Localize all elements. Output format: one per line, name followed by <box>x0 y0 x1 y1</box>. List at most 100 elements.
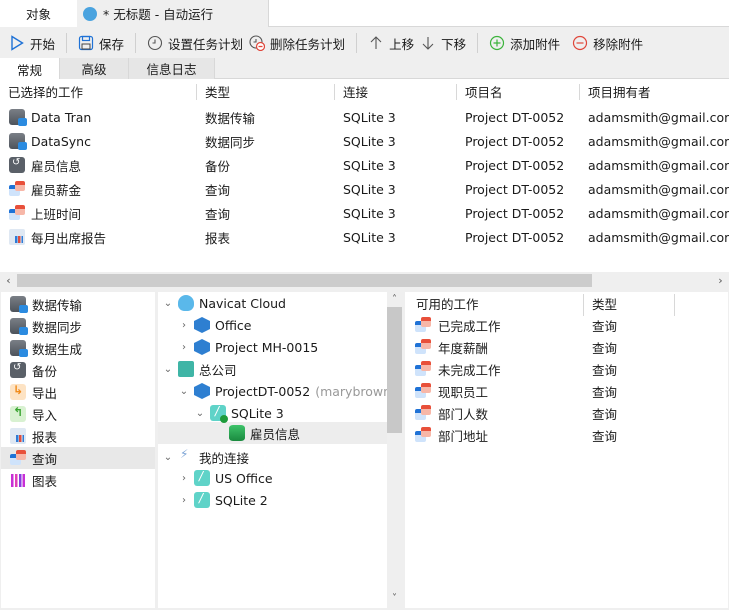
chevron-down-icon[interactable]: ⌄ <box>195 408 205 419</box>
add-attachment-button[interactable]: 添加附件 <box>486 30 563 56</box>
table-row[interactable]: 上班时间 查询 SQLite 3 Project DT-0052 adamsmi… <box>0 201 729 225</box>
scrollbar-thumb[interactable] <box>17 274 592 287</box>
table-row[interactable]: 雇员薪金 查询 SQLite 3 Project DT-0052 adamsmi… <box>0 177 729 201</box>
category-label: 备份 <box>32 363 58 379</box>
tree-node-project-mh-0015[interactable]: › Project MH-0015 <box>179 336 318 358</box>
delete-schedule-button[interactable]: 删除任务计划 <box>246 30 348 56</box>
horizontal-scrollbar[interactable]: ‹ › <box>0 272 729 289</box>
column-header-selected-job[interactable]: 已选择的工作 <box>0 79 83 103</box>
tab-general[interactable]: 常规 <box>0 58 60 80</box>
chevron-down-icon[interactable]: ⌄ <box>179 386 189 397</box>
category-import[interactable]: 导入 <box>1 403 155 425</box>
toolbar-divider <box>135 33 137 53</box>
table-row[interactable]: 每月出席报告 报表 SQLite 3 Project DT-0052 adams… <box>0 225 729 249</box>
start-button[interactable]: 开始 <box>6 30 58 56</box>
move-down-label: 下移 <box>441 36 467 52</box>
chevron-right-icon[interactable]: › <box>179 495 189 506</box>
remove-attachment-button[interactable]: 移除附件 <box>569 30 646 56</box>
tab-document-label: * 无标题 - 自动运行 <box>103 7 214 22</box>
connection-plug-icon <box>178 447 194 465</box>
chevron-right-icon[interactable]: › <box>179 320 189 331</box>
table-row[interactable]: 已完成工作 查询 <box>405 314 728 336</box>
tab-advanced[interactable]: 高级 <box>60 58 129 79</box>
scrollbar-thumb[interactable] <box>387 307 402 433</box>
move-up-button[interactable]: 上移 <box>365 30 417 56</box>
chevron-down-icon[interactable]: ⌄ <box>163 452 173 463</box>
tree-vertical-scrollbar[interactable]: ˄ ˅ <box>387 292 402 608</box>
job-name: Data Tran <box>31 109 92 125</box>
tab-message-log[interactable]: 信息日志 <box>129 58 215 79</box>
category-label: 导入 <box>32 407 58 423</box>
save-label: 保存 <box>99 36 125 52</box>
tree-node-sqlite-3[interactable]: ⌄ SQLite 3 <box>195 402 284 424</box>
tree-node-us-office[interactable]: › US Office <box>179 467 273 489</box>
category-export[interactable]: 导出 <box>1 381 155 403</box>
scroll-down-icon[interactable]: ˅ <box>387 591 402 606</box>
tree-node-label: Project MH-0015 <box>215 339 319 355</box>
toolbar: 开始 保存 设置任务计划 删除任务计划 上移 下移 添加附件 移除附件 <box>0 27 729 59</box>
job-name: 部门地址 <box>438 428 489 444</box>
tree-node-headquarters[interactable]: ⌄ 总公司 <box>163 358 237 380</box>
column-header-type[interactable]: 类型 <box>197 79 230 103</box>
category-query[interactable]: 查询 <box>1 447 155 469</box>
tree-node-employee-info[interactable]: 雇员信息 <box>158 422 387 444</box>
chevron-right-icon[interactable]: › <box>179 473 189 484</box>
table-row[interactable]: 部门地址 查询 <box>405 424 728 446</box>
column-header-available-job[interactable]: 可用的工作 <box>408 292 479 314</box>
column-header-type[interactable]: 类型 <box>584 292 617 314</box>
query-icon <box>415 339 431 355</box>
job-name: 现职员工 <box>438 384 489 400</box>
column-header-connection[interactable]: 连接 <box>335 79 368 103</box>
database-icon <box>229 425 245 441</box>
category-label: 导出 <box>32 385 58 401</box>
data-transfer-icon <box>10 296 28 313</box>
job-name: 未完成工作 <box>438 362 501 378</box>
category-data-generation[interactable]: 数据生成 <box>1 337 155 359</box>
category-chart[interactable]: 图表 <box>1 469 155 491</box>
job-type: 查询 <box>205 206 231 222</box>
save-button[interactable]: 保存 <box>75 30 127 56</box>
table-row[interactable]: 年度薪酬 查询 <box>405 336 728 358</box>
table-row[interactable]: 现职员工 查询 <box>405 380 728 402</box>
scroll-left-icon[interactable]: ‹ <box>0 272 17 289</box>
tab-objects-label: 对象 <box>25 7 51 22</box>
category-backup[interactable]: 备份 <box>1 359 155 381</box>
column-header-project-name[interactable]: 项目名 <box>457 79 503 103</box>
scroll-right-icon[interactable]: › <box>712 272 729 289</box>
job-name: DataSync <box>31 133 91 149</box>
tab-strip: 对象 * 无标题 - 自动运行 <box>0 0 729 27</box>
chevron-right-icon[interactable]: › <box>179 342 189 353</box>
arrow-up-icon <box>370 36 382 49</box>
table-row[interactable]: DataSync 数据同步 SQLite 3 Project DT-0052 a… <box>0 129 729 153</box>
scroll-up-icon[interactable]: ˄ <box>387 292 402 307</box>
available-jobs-table: 可用的工作 类型 已完成工作 查询 年度薪酬 查询 未完成工作 查询 现职员工 … <box>405 292 728 608</box>
table-row[interactable]: 雇员信息 备份 SQLite 3 Project DT-0052 adamsmi… <box>0 153 729 177</box>
category-data-sync[interactable]: 数据同步 <box>1 315 155 337</box>
query-icon <box>415 405 431 421</box>
query-icon <box>10 450 26 466</box>
move-down-button[interactable]: 下移 <box>417 30 469 56</box>
category-report[interactable]: 报表 <box>1 425 155 447</box>
tree-node-my-connections[interactable]: ⌄ 我的连接 <box>163 446 249 468</box>
column-divider[interactable] <box>674 294 675 316</box>
tree-node-office[interactable]: › Office <box>179 314 252 336</box>
tree-node-navicat-cloud[interactable]: ⌄ Navicat Cloud <box>163 292 286 314</box>
tree-node-project-dt-0052[interactable]: ⌄ ProjectDT-0052 (marybrown@ <box>179 380 387 402</box>
tab-objects[interactable]: 对象 <box>0 0 77 27</box>
category-data-transfer[interactable]: 数据传输 <box>1 293 155 315</box>
chevron-down-icon[interactable]: ⌄ <box>163 298 173 309</box>
job-type: 查询 <box>592 406 618 422</box>
sqlite-connected-icon <box>210 404 228 423</box>
tree-node-sqlite-2[interactable]: › SQLite 2 <box>179 489 268 511</box>
job-owner: adamsmith@gmail.com <box>588 109 729 125</box>
table-row[interactable]: 部门人数 查询 <box>405 402 728 424</box>
query-icon <box>415 317 431 333</box>
table-row[interactable]: Data Tran 数据传输 SQLite 3 Project DT-0052 … <box>0 105 729 129</box>
chevron-down-icon[interactable]: ⌄ <box>163 364 173 375</box>
tab-automation-document[interactable]: * 无标题 - 自动运行 <box>77 0 268 27</box>
column-header-project-owner[interactable]: 项目拥有者 <box>580 79 651 103</box>
job-connection: SQLite 3 <box>343 205 396 221</box>
toolbar-divider <box>477 33 479 53</box>
table-row[interactable]: 未完成工作 查询 <box>405 358 728 380</box>
set-schedule-button[interactable]: 设置任务计划 <box>144 30 246 56</box>
